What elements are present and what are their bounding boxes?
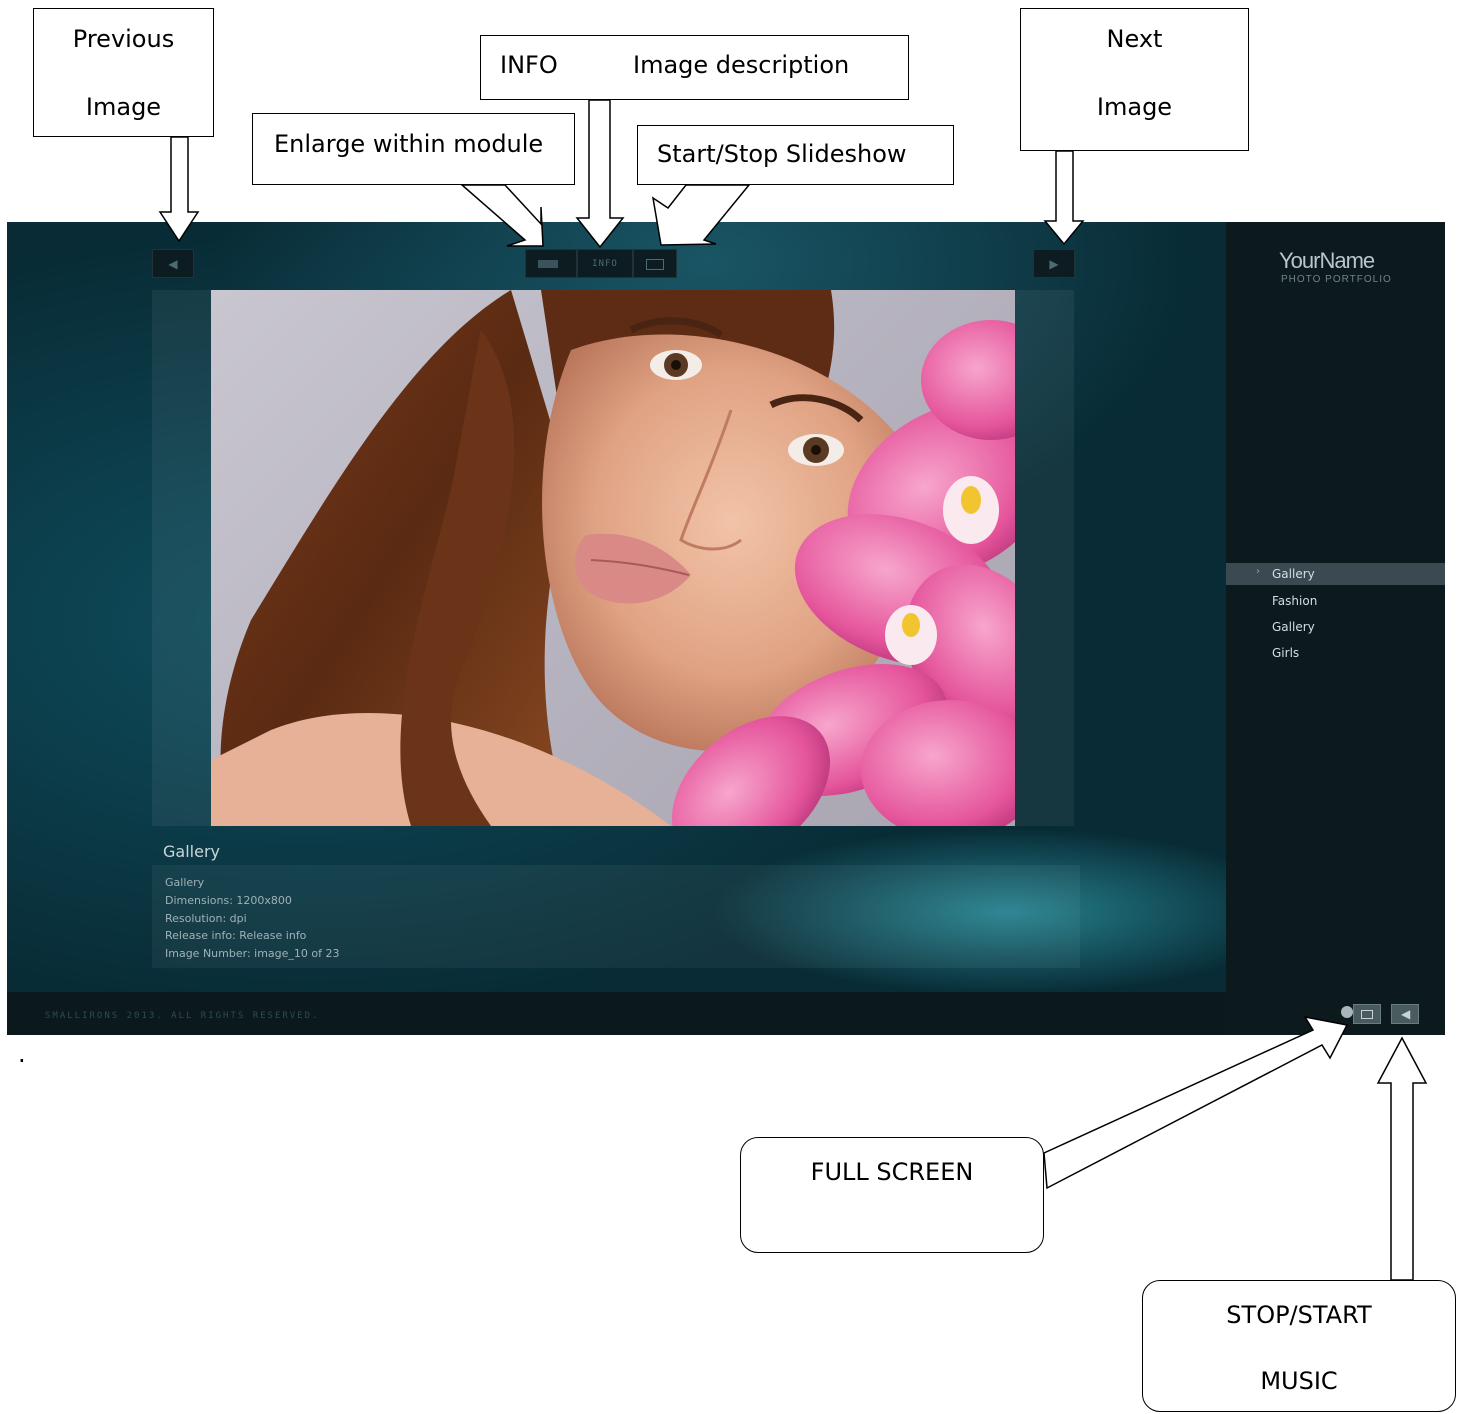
slideshow-button[interactable] <box>633 249 677 278</box>
menu-item-gallery[interactable]: › Gallery <box>1226 563 1445 585</box>
brand-subtitle: PHOTO PORTFOLIO <box>1281 274 1392 285</box>
callout-next-image: Next Image <box>1020 8 1249 151</box>
menu-item-label: Gallery <box>1272 567 1315 581</box>
callout-previous-image: Previous Image <box>33 8 214 137</box>
info-button[interactable]: INFO <box>577 249 633 278</box>
slideshow-icon <box>646 259 664 270</box>
info-release: Release info: Release info <box>165 929 307 942</box>
menu-item-girls[interactable]: Girls <box>1226 642 1445 664</box>
sidebar: YourName PHOTO PORTFOLIO › Gallery Fashi… <box>1226 222 1445 1035</box>
callout-music-line2: MUSIC <box>1260 1367 1338 1395</box>
chevron-right-icon: › <box>1256 566 1260 577</box>
fullscreen-icon <box>1361 1010 1373 1019</box>
loader-icon <box>1341 1006 1353 1018</box>
info-dimensions: Dimensions: 1200x800 <box>165 894 292 907</box>
menu-item-fashion[interactable]: Fashion <box>1226 590 1445 612</box>
gallery-photo[interactable] <box>211 290 1015 826</box>
callout-info: INFO Image description <box>480 35 909 100</box>
callout-info-desc: Image description <box>633 51 850 79</box>
portrait-illustration <box>211 290 1015 826</box>
callout-enlarge: Enlarge within module <box>252 113 575 185</box>
gallery-title: Gallery <box>163 842 220 861</box>
next-image-button[interactable]: ▶ <box>1033 249 1075 278</box>
callout-full-screen: FULL SCREEN <box>740 1137 1044 1253</box>
callout-fullscreen-label: FULL SCREEN <box>810 1158 974 1186</box>
stray-dot: . <box>18 1040 26 1068</box>
callout-music: STOP/START MUSIC <box>1142 1280 1456 1412</box>
chevron-right-icon: ▶ <box>1049 256 1059 271</box>
arrow-icon <box>1376 1036 1428 1281</box>
portfolio-app: ◀ ▶ INFO Gallery Gallery Dimensions: 120… <box>7 222 1445 1035</box>
callout-slideshow: Start/Stop Slideshow <box>637 125 954 185</box>
fullscreen-button[interactable] <box>1353 1004 1381 1024</box>
menu-item-label: Girls <box>1272 646 1300 660</box>
arrow-icon <box>1043 1015 1349 1190</box>
info-title: Gallery <box>165 876 205 889</box>
brand-name: YourName <box>1279 248 1375 273</box>
callout-enlarge-label: Enlarge within module <box>274 130 544 158</box>
callout-previous-line2: Image <box>85 93 162 121</box>
menu-item-gallery-2[interactable]: Gallery <box>1226 616 1445 638</box>
info-image-number: Image Number: image_10 of 23 <box>165 947 340 960</box>
menu-item-label: Gallery <box>1272 620 1315 634</box>
chevron-left-icon: ◀ <box>168 256 178 271</box>
enlarge-icon <box>538 260 558 268</box>
footer: SMALLIRONS 2013. ALL RIGHTS RESERVED. <box>7 992 1226 1035</box>
callout-previous-line1: Previous <box>72 25 175 53</box>
music-icon: ◀ <box>1401 1007 1411 1021</box>
info-button-label: INFO <box>592 258 618 269</box>
callout-info-label: INFO <box>500 51 558 79</box>
previous-image-button[interactable]: ◀ <box>152 249 194 278</box>
enlarge-button[interactable] <box>525 249 577 278</box>
copyright-text: SMALLIRONS 2013. ALL RIGHTS RESERVED. <box>45 1011 320 1021</box>
menu-item-label: Fashion <box>1272 594 1318 608</box>
callout-next-line2: Image <box>1096 93 1173 121</box>
callout-slideshow-label: Start/Stop Slideshow <box>657 140 907 168</box>
callout-next-line1: Next <box>1106 25 1163 53</box>
music-toggle-button[interactable]: ◀ <box>1391 1004 1419 1024</box>
callout-music-line1: STOP/START <box>1226 1301 1372 1329</box>
info-resolution: Resolution: dpi <box>165 912 247 925</box>
